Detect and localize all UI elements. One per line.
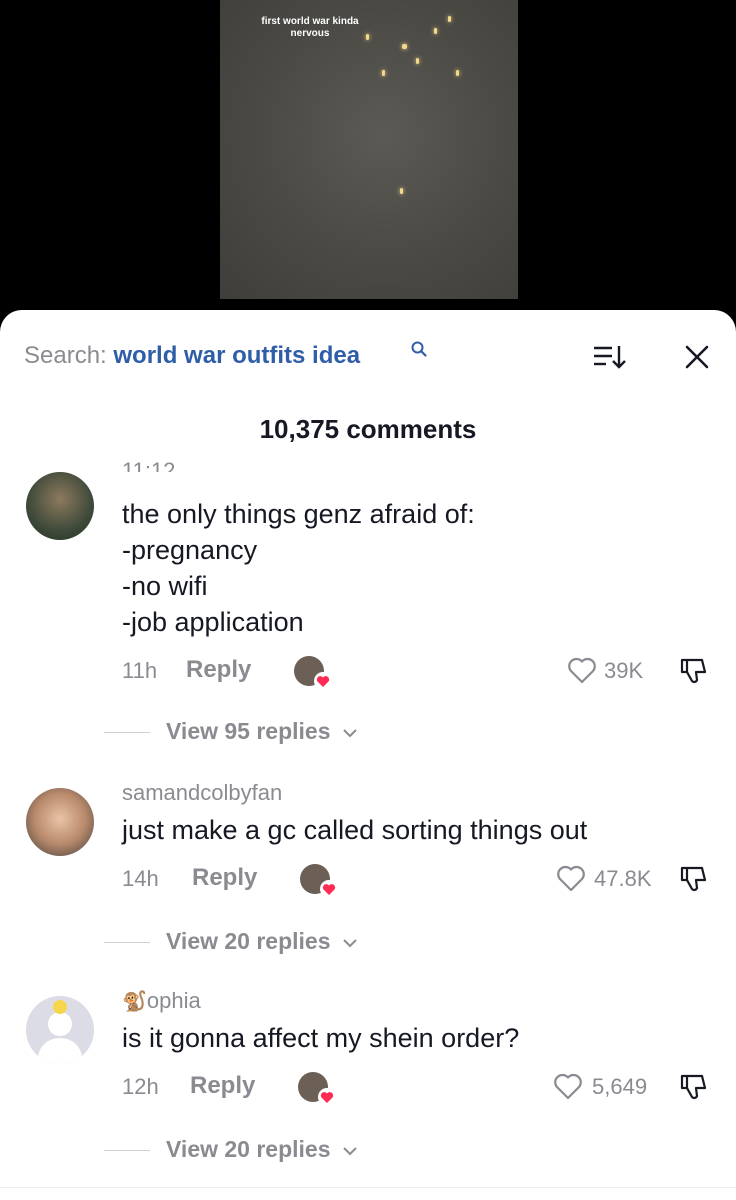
comment-time: 14h	[122, 866, 159, 891]
comment-text: just make a gc called sorting things out	[122, 815, 588, 845]
comment-username-text: ophia	[146, 988, 201, 1013]
divider	[104, 942, 150, 943]
chevron-down-icon	[343, 939, 357, 948]
comment-time: 11h	[122, 658, 158, 683]
view-replies-text-wrap: View 95 replies	[166, 718, 357, 745]
tracer-light	[456, 70, 459, 76]
tracer-light	[382, 70, 385, 76]
avatar-silhouette-body	[38, 1038, 82, 1064]
view-replies-text-wrap: View 20 replies	[166, 928, 357, 955]
comment-count: 10,375 comments	[259, 414, 477, 444]
sort-icon[interactable]	[592, 342, 626, 372]
liked-by-creator-heart-icon	[314, 672, 332, 690]
search-icon[interactable]	[410, 340, 428, 358]
tracer-light	[400, 188, 403, 194]
search-header: Search: world war outfits idea	[24, 340, 712, 378]
video-preview[interactable]: first world war kinda nervous	[220, 0, 518, 299]
like-count: 47.8K	[594, 866, 652, 891]
chevron-down-icon	[343, 1147, 357, 1156]
comment-text: is it gonna affect my shein order?	[122, 1023, 520, 1053]
close-icon[interactable]	[682, 342, 712, 372]
comment-time: 12h	[122, 1074, 159, 1099]
like-count: 5,649	[592, 1074, 648, 1099]
video-area: first world war kinda nervous	[0, 0, 736, 330]
comment-username[interactable]: samandcolbyfan	[122, 780, 282, 806]
avatar-silhouette	[48, 1012, 72, 1036]
avatar[interactable]	[26, 996, 94, 1064]
comment-username[interactable]: 11:12	[122, 458, 175, 472]
liked-by-creator-heart-icon	[318, 1088, 336, 1106]
comment-text: the only things genz afraid of: -pregnan…	[122, 499, 475, 637]
avatar-chick	[53, 1000, 67, 1014]
view-replies-text-wrap: View 20 replies	[166, 1136, 357, 1163]
liked-by-creator-heart-icon	[320, 880, 338, 898]
chevron-down-icon	[343, 729, 357, 738]
tracer-light	[416, 58, 419, 64]
video-caption-text: first world war kinda nervous	[261, 16, 359, 39]
video-caption: first world war kinda nervous	[220, 16, 400, 40]
heart-outline-icon[interactable]	[553, 1072, 583, 1100]
tracer-light	[434, 28, 437, 34]
search-query-link[interactable]: world war outfits idea	[113, 342, 360, 369]
reply-button[interactable]: Reply	[192, 864, 257, 892]
like-count: 39K	[604, 658, 644, 683]
tracer-light	[448, 16, 451, 22]
dislike-icon[interactable]	[678, 862, 710, 894]
search-prefix: Search:	[24, 342, 114, 369]
view-replies-label: View 95 replies	[166, 718, 331, 744]
monkey-emoji-icon: 🐒	[122, 991, 147, 1013]
reply-button[interactable]: Reply	[190, 1072, 255, 1100]
tracer-light	[402, 44, 407, 49]
view-replies-label: View 20 replies	[166, 928, 331, 954]
comments-sheet: Search: world war outfits idea 10,375 co…	[0, 310, 736, 1200]
divider	[104, 732, 150, 733]
dislike-icon[interactable]	[678, 1070, 710, 1102]
view-replies-label: View 20 replies	[166, 1136, 331, 1162]
tracer-light	[366, 34, 369, 40]
avatar[interactable]	[26, 472, 94, 540]
reply-button[interactable]: Reply	[186, 656, 251, 684]
comment-username[interactable]: 🐒ophia	[122, 988, 201, 1014]
heart-outline-icon[interactable]	[567, 656, 597, 684]
divider	[104, 1150, 150, 1151]
search-suggestion[interactable]: Search: world war outfits idea	[24, 342, 360, 370]
bottom-edge	[0, 1187, 736, 1200]
avatar[interactable]	[26, 788, 94, 856]
dislike-icon[interactable]	[678, 654, 710, 686]
heart-outline-icon[interactable]	[556, 864, 586, 892]
